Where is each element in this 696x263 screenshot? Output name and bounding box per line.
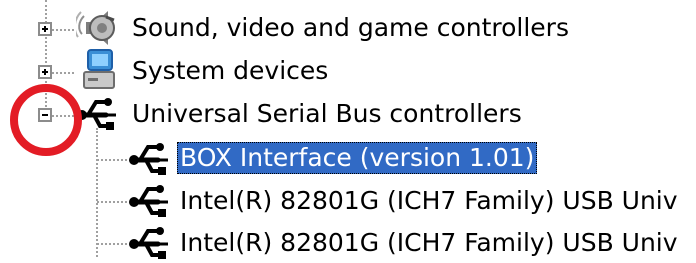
tree-connector [97,243,127,245]
tree-node-system-devices-label[interactable]: System devices [129,55,331,87]
tree-connector [96,128,98,257]
tree-connector [52,29,74,31]
tree-item-box-interface-label[interactable]: BOX Interface (version 1.01) [177,142,538,174]
usb-icon [129,227,168,259]
computer-icon [83,49,115,89]
tree-connector [52,72,74,74]
tree-item-intel-usb-label[interactable]: Intel(R) 82801G (ICH7 Family) USB Univ [177,185,681,217]
expand-button-system-devices[interactable] [38,65,52,79]
tree-connector [97,201,127,203]
usb-icon [77,98,116,130]
tree-node-sound-label[interactable]: Sound, video and game controllers [129,12,572,44]
highlight-circle [10,84,82,156]
device-manager-tree: Sound, video and game controllers System… [0,0,696,259]
speaker-icon [76,11,115,45]
tree-node-usb-controllers-label[interactable]: Universal Serial Bus controllers [129,98,525,130]
tree-item-intel-usb-label[interactable]: Intel(R) 82801G (ICH7 Family) USB Univ [177,227,681,259]
usb-icon [129,143,168,175]
usb-icon [129,185,168,217]
expand-button-sound[interactable] [38,22,52,36]
tree-connector [97,159,127,161]
